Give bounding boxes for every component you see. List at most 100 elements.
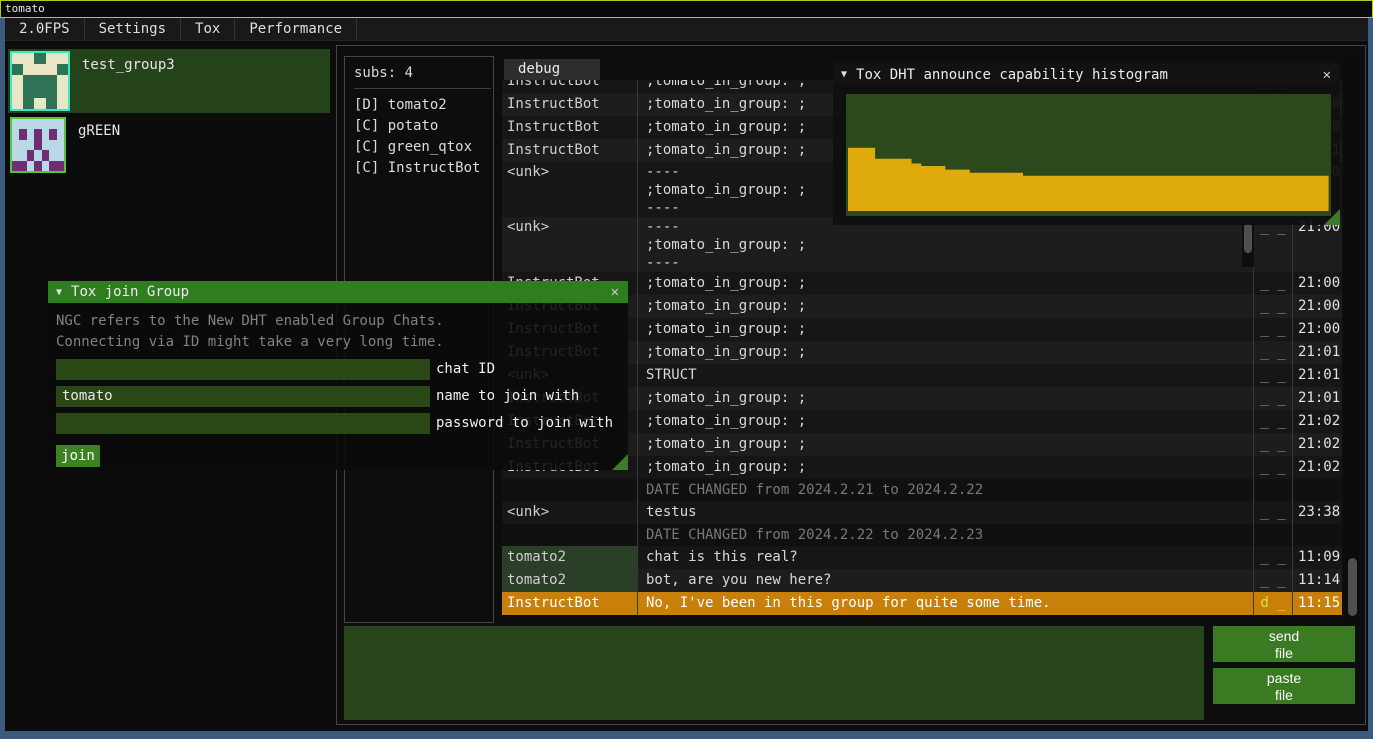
member-item[interactable]: [D] tomato2 bbox=[354, 95, 493, 116]
message-time: 21:00 bbox=[1293, 272, 1342, 295]
message-flags bbox=[1254, 524, 1293, 546]
message-text: DATE CHANGED from 2024.2.22 to 2024.2.23 bbox=[638, 524, 1254, 546]
message-row[interactable]: InstructBotNo, I've been in this group f… bbox=[502, 592, 1342, 615]
group-item-test_group3[interactable]: test_group3 bbox=[8, 49, 330, 113]
collapse-arrow-icon[interactable]: ▼ bbox=[56, 287, 62, 298]
join-name-input[interactable] bbox=[56, 386, 430, 407]
message-text: ;tomato_in_group: ; bbox=[638, 387, 1254, 410]
group-item-green[interactable]: gREEN bbox=[8, 115, 330, 179]
join-info-line-2: Connecting via ID might take a very long… bbox=[56, 332, 628, 353]
join-group-body: NGC refers to the New DHT enabled Group … bbox=[48, 303, 628, 470]
join-password-input[interactable] bbox=[56, 413, 430, 434]
send-file-button[interactable]: send file bbox=[1213, 626, 1355, 662]
message-text: ;tomato_in_group: ; bbox=[638, 272, 1254, 295]
message-flags: d _ bbox=[1254, 592, 1293, 615]
message-time: 21:02 bbox=[1293, 433, 1342, 456]
group-name: test_group3 bbox=[82, 57, 175, 73]
join-group-titlebar[interactable]: ▼ Tox join Group ✕ bbox=[48, 281, 628, 303]
message-row[interactable]: <unk>---- ;tomato_in_group: ; ----_ _21:… bbox=[502, 217, 1342, 272]
chat-scrollbar[interactable] bbox=[1346, 58, 1359, 623]
message-flags: _ _ bbox=[1254, 387, 1293, 410]
message-row[interactable]: InstructBot;tomato_in_group: ;_ _21:02 bbox=[502, 410, 1342, 433]
message-time: 11:09 bbox=[1293, 546, 1342, 569]
member-list: [D] tomato2[C] potato[C] green_qtox[C] I… bbox=[354, 95, 493, 179]
scrollbar-thumb[interactable] bbox=[1244, 223, 1252, 253]
message-row[interactable]: InstructBot;tomato_in_group: ;_ _21:02 bbox=[502, 433, 1342, 456]
message-row[interactable]: <unk>STRUCT_ _21:01 bbox=[502, 364, 1342, 387]
join-group-title: Tox join Group bbox=[71, 284, 189, 300]
join-button[interactable]: join bbox=[56, 445, 100, 467]
join-info-line-1: NGC refers to the New DHT enabled Group … bbox=[56, 311, 628, 332]
message-flags: _ _ bbox=[1254, 295, 1293, 318]
sender-name: tomato2 bbox=[502, 546, 638, 569]
message-text: ;tomato_in_group: ; bbox=[638, 318, 1254, 341]
message-text: No, I've been in this group for quite so… bbox=[638, 592, 1254, 615]
message-text: testus bbox=[638, 501, 1254, 524]
message-time: 21:00 bbox=[1293, 295, 1342, 318]
message-flags: _ _ bbox=[1254, 433, 1293, 456]
menu-item-2-0fps[interactable]: 2.0FPS bbox=[5, 18, 85, 40]
system-row[interactable]: DATE CHANGED from 2024.2.22 to 2024.2.23 bbox=[502, 524, 1342, 546]
sender-name: <unk> bbox=[502, 501, 638, 524]
os-window-title[interactable]: tomato bbox=[0, 0, 1373, 18]
member-item[interactable]: [C] green_qtox bbox=[354, 137, 493, 158]
message-row[interactable]: InstructBot;tomato_in_group: ;_ _21:02 bbox=[502, 456, 1342, 479]
members-separator bbox=[354, 88, 491, 89]
join-name-label: name to join with bbox=[436, 388, 579, 404]
menu-item-tox[interactable]: Tox bbox=[181, 18, 235, 40]
close-icon[interactable]: ✕ bbox=[611, 284, 619, 300]
dht-histogram-titlebar[interactable]: ▼ Tox DHT announce capability histogram … bbox=[833, 63, 1340, 86]
message-row[interactable]: tomato2bot, are you new here?_ _11:14 bbox=[502, 569, 1342, 592]
menu-item-performance[interactable]: Performance bbox=[235, 18, 357, 40]
tab-debug[interactable]: debug bbox=[504, 59, 600, 80]
close-icon[interactable]: ✕ bbox=[1323, 67, 1331, 83]
message-row[interactable]: InstructBot;tomato_in_group: ;_ _21:01 bbox=[502, 387, 1342, 410]
message-row[interactable]: InstructBot;tomato_in_group: ;_ _21:00 bbox=[502, 318, 1342, 341]
chat-id-input[interactable] bbox=[56, 359, 430, 380]
window-frame-right bbox=[1368, 18, 1373, 739]
dht-histogram-body bbox=[833, 86, 1340, 225]
scrollbar-thumb[interactable] bbox=[1348, 558, 1357, 616]
join-password-label: password to join with bbox=[436, 415, 613, 431]
members-header: subs: 4 bbox=[354, 65, 493, 81]
sender-name: InstructBot bbox=[502, 592, 638, 615]
group-avatar bbox=[10, 51, 70, 111]
message-input[interactable] bbox=[344, 626, 1204, 720]
message-row[interactable]: <unk>testus_ _23:38 bbox=[502, 501, 1342, 524]
message-flags: _ _ bbox=[1254, 410, 1293, 433]
message-text: DATE CHANGED from 2024.2.21 to 2024.2.22 bbox=[638, 479, 1254, 501]
message-time: 21:02 bbox=[1293, 456, 1342, 479]
message-cell-scrollbar[interactable] bbox=[1242, 221, 1254, 267]
message-text: chat is this real? bbox=[638, 546, 1254, 569]
message-time: 21:01 bbox=[1293, 387, 1342, 410]
message-text: ;tomato_in_group: ; bbox=[638, 410, 1254, 433]
message-flags bbox=[1254, 479, 1293, 501]
message-text: ;tomato_in_group: ; bbox=[638, 433, 1254, 456]
message-row[interactable]: InstructBot;tomato_in_group: ;_ _21:00 bbox=[502, 295, 1342, 318]
message-row[interactable]: tomato2chat is this real?_ _11:09 bbox=[502, 546, 1342, 569]
message-row[interactable]: InstructBot;tomato_in_group: ;_ _21:01 bbox=[502, 341, 1342, 364]
collapse-arrow-icon[interactable]: ▼ bbox=[841, 69, 847, 80]
sender-name: tomato2 bbox=[502, 569, 638, 592]
resize-grip[interactable] bbox=[1324, 209, 1340, 225]
message-flags: _ _ bbox=[1254, 546, 1293, 569]
member-item[interactable]: [C] InstructBot bbox=[354, 158, 493, 179]
message-time bbox=[1293, 479, 1342, 501]
menu-item-settings[interactable]: Settings bbox=[85, 18, 181, 40]
paste-file-button[interactable]: paste file bbox=[1213, 668, 1355, 704]
message-row[interactable]: InstructBot;tomato_in_group: ;_ _21:00 bbox=[502, 272, 1342, 295]
message-text: STRUCT bbox=[638, 364, 1254, 387]
message-time: 23:38 bbox=[1293, 501, 1342, 524]
message-flags: _ _ bbox=[1254, 364, 1293, 387]
message-time bbox=[1293, 524, 1342, 546]
message-time: 21:00 bbox=[1293, 217, 1342, 272]
message-text: ;tomato_in_group: ; bbox=[638, 341, 1254, 364]
message-text: bot, are you new here? bbox=[638, 569, 1254, 592]
member-item[interactable]: [C] potato bbox=[354, 116, 493, 137]
resize-grip[interactable] bbox=[612, 454, 628, 470]
system-row[interactable]: DATE CHANGED from 2024.2.21 to 2024.2.22 bbox=[502, 479, 1342, 501]
histogram-bars bbox=[846, 94, 1331, 216]
window-frame-bottom bbox=[0, 731, 1373, 739]
sender-name bbox=[502, 479, 638, 501]
message-time: 21:01 bbox=[1293, 341, 1342, 364]
